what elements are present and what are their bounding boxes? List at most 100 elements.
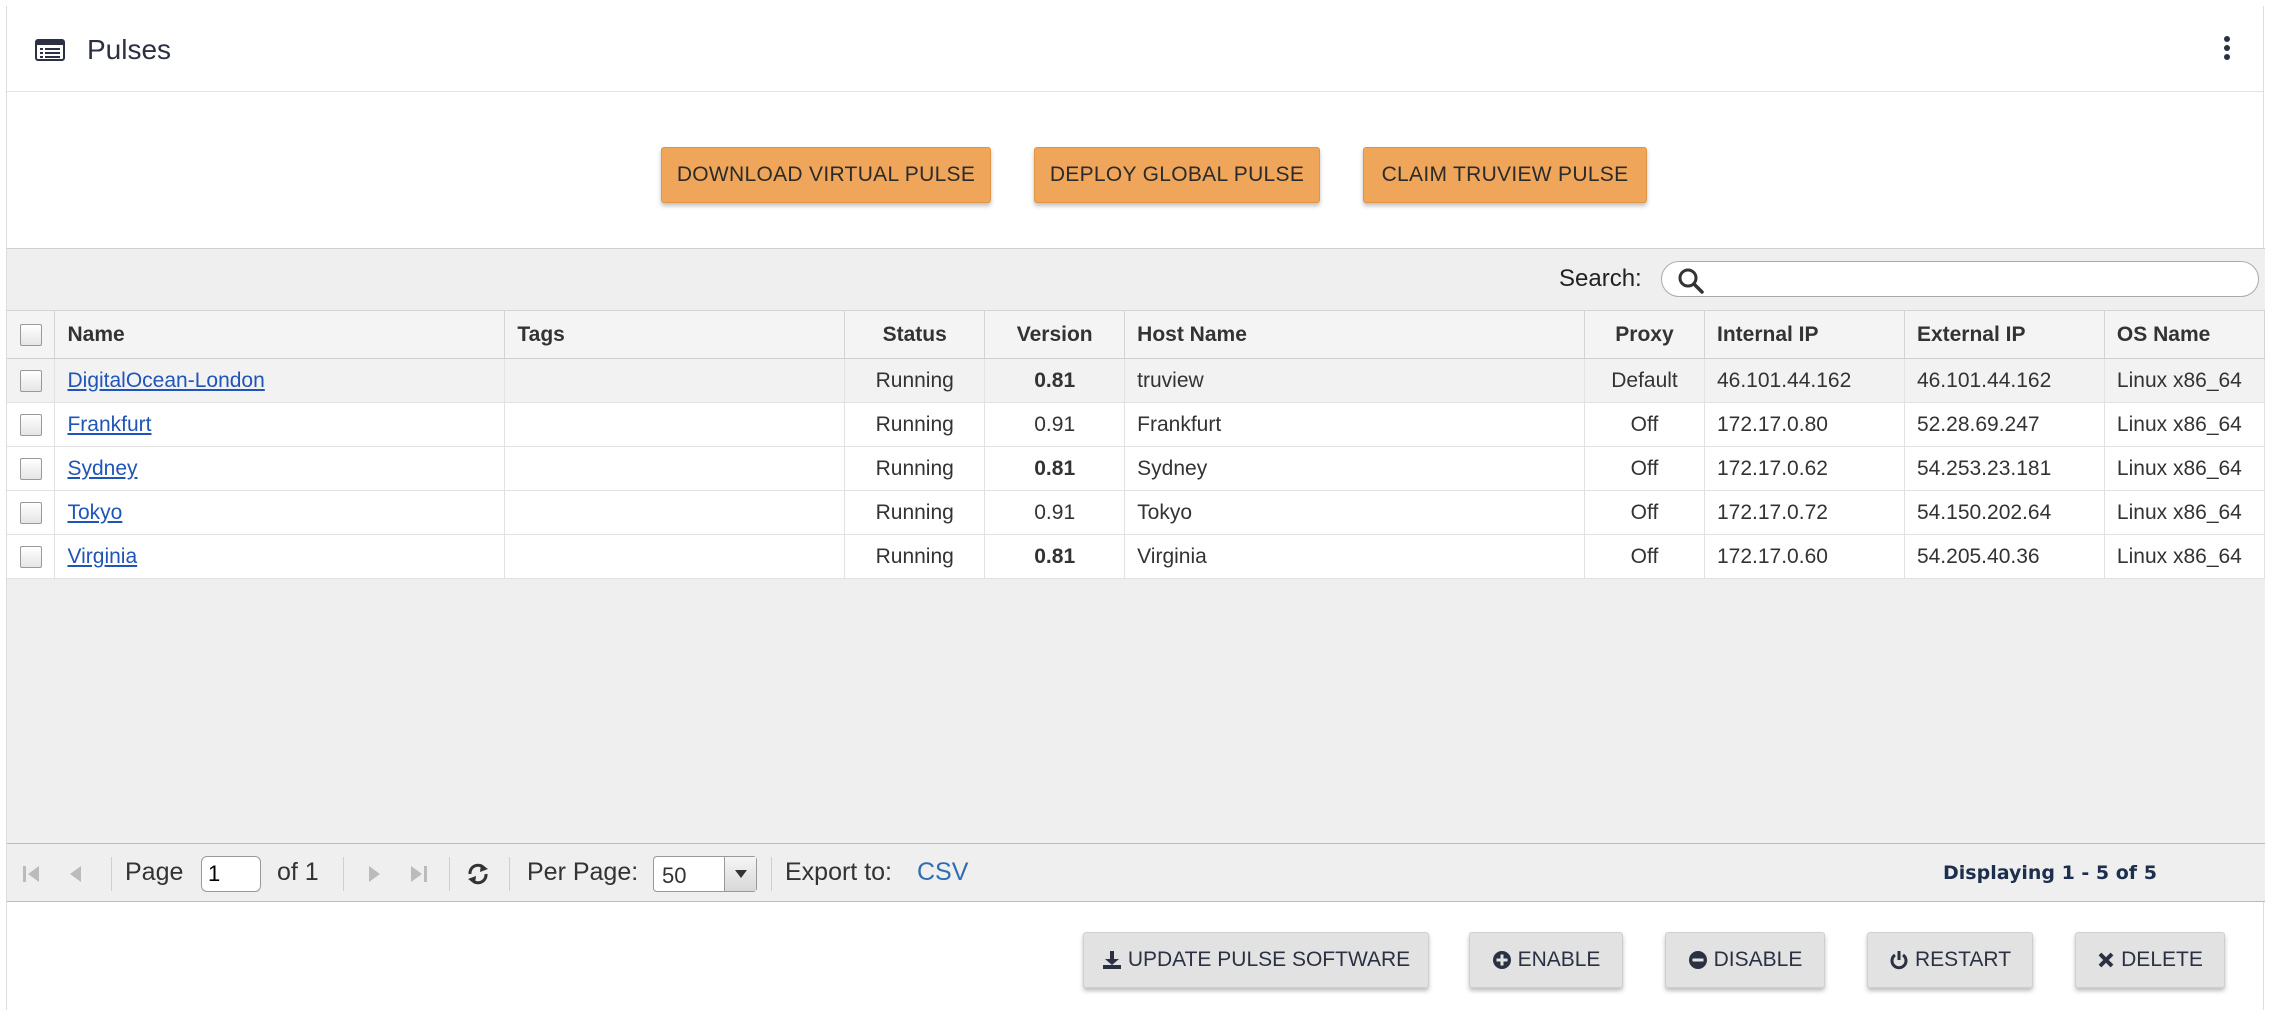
page-label: Page — [125, 858, 184, 886]
pulse-name-link[interactable]: Tokyo — [67, 501, 122, 524]
status-cell: Running — [844, 402, 986, 447]
status-cell: Running — [844, 534, 986, 579]
column-header-os-name[interactable]: OS Name — [2104, 310, 2266, 359]
column-header-external-ip[interactable]: External IP — [1904, 310, 2105, 359]
restart-label: RESTART — [1914, 948, 2012, 971]
power-icon — [1890, 951, 1908, 970]
table-row[interactable]: Sydney Running 0.81 Sydney Off 172.17.0.… — [7, 446, 2266, 491]
search-label: Search: — [1559, 265, 1642, 292]
table-row[interactable]: Tokyo Running 0.91 Tokyo Off 172.17.0.72… — [7, 490, 2266, 535]
displaying-count: Displaying 1 - 5 of 5 — [1943, 862, 2157, 884]
external-ip-cell: 54.205.40.36 — [1904, 534, 2105, 579]
internal-ip-cell: 172.17.0.72 — [1704, 490, 1905, 535]
row-select-cell — [7, 402, 56, 447]
disable-button[interactable]: DISABLE — [1665, 932, 1825, 988]
refresh-icon[interactable] — [465, 860, 491, 888]
pulses-grid: Search: Name Tags Status Version Host Na… — [7, 248, 2266, 903]
select-all-cell — [7, 310, 56, 359]
version-cell: 0.81 — [984, 534, 1126, 579]
search-field[interactable] — [1661, 261, 2259, 297]
column-header-internal-ip[interactable]: Internal IP — [1704, 310, 1905, 359]
table-row[interactable]: Virginia Running 0.81 Virginia Off 172.1… — [7, 534, 2266, 579]
restart-button[interactable]: RESTART — [1867, 932, 2033, 988]
claim-truview-pulse-button[interactable]: CLAIM TRUVIEW PULSE — [1363, 147, 1647, 203]
column-header-tags[interactable]: Tags — [504, 310, 846, 359]
page-count-label: of 1 — [277, 858, 319, 886]
tags-cell — [504, 490, 846, 535]
external-ip-cell: 54.253.23.181 — [1904, 446, 2105, 491]
pulse-name-link[interactable]: Virginia — [67, 545, 137, 568]
search-input[interactable] — [1712, 266, 2242, 292]
plus-circle-icon — [1492, 951, 1511, 969]
proxy-cell: Default — [1584, 358, 1705, 403]
os-name-cell: Linux x86_64 — [2104, 446, 2266, 491]
name-cell: Tokyo — [54, 490, 506, 535]
row-checkbox[interactable] — [19, 545, 42, 568]
pagination-bar: Page of 1 Per Page: 50 — [7, 843, 2265, 903]
page-number-input[interactable] — [201, 856, 261, 892]
table-row[interactable]: Frankfurt Running 0.91 Frankfurt Off 172… — [7, 402, 2266, 447]
external-ip-cell: 52.28.69.247 — [1904, 402, 2105, 447]
proxy-cell: Off — [1584, 490, 1705, 535]
internal-ip-cell: 172.17.0.80 — [1704, 402, 1905, 447]
row-checkbox[interactable] — [19, 369, 42, 392]
delete-button[interactable]: DELETE — [2075, 932, 2225, 988]
table-row[interactable]: DigitalOcean-London Running 0.81 truview… — [7, 358, 2266, 403]
host-name-cell: Frankfurt — [1124, 402, 1585, 447]
status-cell: Running — [844, 446, 986, 491]
version-cell: 0.81 — [984, 446, 1126, 491]
top-actions: DOWNLOAD VIRTUAL PULSE DEPLOY GLOBAL PUL… — [7, 93, 2263, 248]
row-checkbox[interactable] — [19, 457, 42, 480]
internal-ip-cell: 172.17.0.60 — [1704, 534, 1905, 579]
os-name-cell: Linux x86_64 — [2104, 490, 2266, 535]
download-icon — [1102, 951, 1121, 969]
minus-circle-icon — [1688, 951, 1707, 969]
per-page-select[interactable]: 50 — [653, 856, 757, 892]
first-page-icon[interactable] — [19, 860, 45, 888]
column-header-name[interactable]: Name — [54, 310, 506, 359]
chevron-down-icon[interactable] — [724, 857, 756, 891]
os-name-cell: Linux x86_64 — [2104, 358, 2266, 403]
name-cell: DigitalOcean-London — [54, 358, 506, 403]
pulses-panel: Pulses DOWNLOAD VIRTUAL PULSE DEPLOY GLO… — [6, 6, 2266, 1010]
proxy-cell: Off — [1584, 402, 1705, 447]
internal-ip-cell: 46.101.44.162 — [1704, 358, 1905, 403]
column-header-version[interactable]: Version — [984, 310, 1126, 359]
pulse-name-link[interactable]: Sydney — [67, 457, 137, 480]
select-all-checkbox[interactable] — [19, 323, 42, 346]
previous-page-icon[interactable] — [63, 860, 89, 888]
deploy-global-pulse-button[interactable]: DEPLOY GLOBAL PULSE — [1034, 147, 1320, 203]
version-cell: 0.91 — [984, 402, 1126, 447]
export-csv-link[interactable]: CSV — [917, 858, 968, 887]
download-virtual-pulse-button[interactable]: DOWNLOAD VIRTUAL PULSE — [661, 147, 991, 203]
page-title: Pulses — [87, 34, 172, 65]
name-cell: Sydney — [54, 446, 506, 491]
per-page-label: Per Page: — [527, 858, 639, 886]
name-cell: Frankfurt — [54, 402, 506, 447]
proxy-cell: Off — [1584, 446, 1705, 491]
per-page-value: 50 — [662, 863, 687, 888]
table-header-row: Name Tags Status Version Host Name Proxy… — [7, 310, 2266, 359]
external-ip-cell: 54.150.202.64 — [1904, 490, 2105, 535]
update-pulse-software-button[interactable]: UPDATE PULSE SOFTWARE — [1083, 932, 1429, 988]
column-header-status[interactable]: Status — [844, 310, 986, 359]
enable-button[interactable]: ENABLE — [1469, 932, 1623, 988]
column-header-host-name[interactable]: Host Name — [1124, 310, 1585, 359]
search-icon — [1678, 268, 1704, 294]
status-cell: Running — [844, 358, 986, 403]
tags-cell — [504, 534, 846, 579]
last-page-icon[interactable] — [405, 860, 431, 888]
kebab-menu-icon[interactable] — [2221, 36, 2233, 64]
row-checkbox[interactable] — [19, 501, 42, 524]
delete-label: DELETE — [2121, 948, 2203, 971]
pulse-name-link[interactable]: Frankfurt — [67, 413, 151, 436]
status-cell: Running — [844, 490, 986, 535]
pulse-name-link[interactable]: DigitalOcean-London — [67, 369, 264, 392]
tags-cell — [504, 402, 846, 447]
row-select-cell — [7, 490, 56, 535]
next-page-icon[interactable] — [361, 860, 387, 888]
row-checkbox[interactable] — [19, 413, 42, 436]
column-header-proxy[interactable]: Proxy — [1584, 310, 1705, 359]
row-select-cell — [7, 534, 56, 579]
host-name-cell: Virginia — [1124, 534, 1585, 579]
